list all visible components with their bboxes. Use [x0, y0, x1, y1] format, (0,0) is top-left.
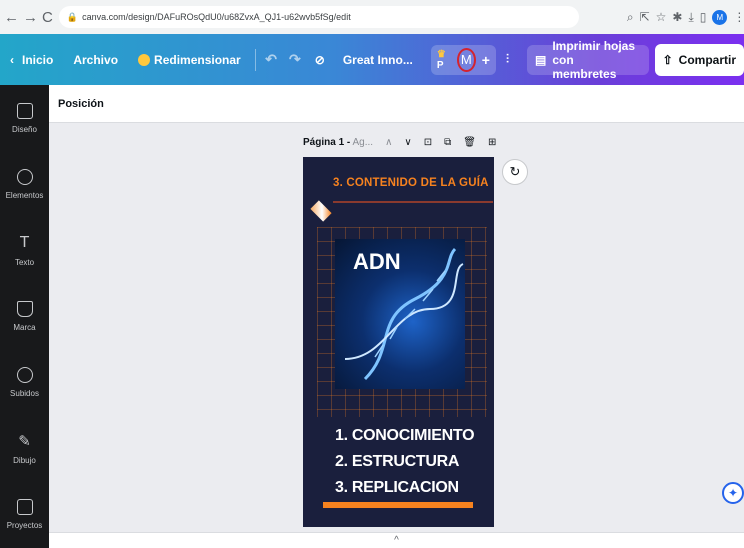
home-button[interactable]: ‹ Inicio [0, 34, 63, 85]
cloud-saved-icon[interactable]: ⊘ [307, 34, 333, 85]
print-button[interactable]: ▤ Imprimir hojas con membretes [527, 39, 649, 81]
add-collaborator-icon[interactable]: + [482, 52, 490, 68]
share-button[interactable]: ⇧ Compartir [654, 43, 744, 76]
upload-icon [16, 366, 33, 383]
add-page-icon[interactable]: ⊞ [488, 137, 496, 148]
accent-bar [323, 502, 473, 508]
left-sidebar: Diseño Elementos T Texto Marca Subidos ✎… [0, 85, 49, 548]
position-button[interactable]: Posición [58, 98, 104, 110]
heading-underline [333, 201, 493, 203]
text-icon: T [19, 233, 30, 251]
forward-icon[interactable]: → [23, 7, 38, 27]
zoom-icon[interactable]: ⌕ [627, 10, 634, 25]
sidebar-item-label: Diseño [12, 124, 37, 134]
collab-pill: ♛ P M + [430, 44, 496, 75]
menu-icon[interactable]: ⋮ [733, 10, 744, 24]
lock-page-icon[interactable]: ⊡ [424, 137, 432, 148]
pro-badge[interactable]: ♛ P [437, 49, 451, 71]
crown-small-icon: ♛ [436, 48, 446, 60]
pro-label: P [436, 59, 444, 71]
sidebar-item-label: Subidos [10, 388, 39, 398]
crown-icon [138, 53, 151, 66]
delete-page-icon[interactable]: 🗑 [463, 137, 476, 148]
duplicate-page-icon[interactable]: ⧉ [444, 137, 451, 148]
sidebar-item-label: Elementos [5, 190, 44, 200]
share-label: Compartir [678, 52, 736, 67]
page-toolbar: Página 1 - Ag... ∧ ∨ ⊡ ⧉ 🗑 ⊞ [303, 133, 496, 151]
redo-icon[interactable]: ↷ [283, 51, 307, 68]
insights-icon[interactable]: ⫶ [496, 34, 519, 85]
context-toolbar: Posición [49, 85, 744, 123]
draw-icon: ✎ [18, 432, 31, 450]
address-bar[interactable]: 🔒 canva.com/design/DAFuROsQdU0/u68ZvxA_Q… [58, 6, 579, 28]
sidebar-item-label: Proyectos [6, 520, 43, 530]
sidebar-item-uploads[interactable]: Subidos [0, 349, 49, 415]
chevron-up-small-icon[interactable]: ^ [394, 535, 399, 546]
dna-caption[interactable]: ADN [353, 249, 401, 275]
shapes-icon [16, 168, 33, 185]
folder-icon [16, 498, 33, 515]
sidebar-item-brand[interactable]: Marca [0, 283, 49, 349]
chevron-up-icon[interactable]: ∧ [385, 137, 392, 148]
sidebar-item-design[interactable]: Diseño [0, 85, 49, 151]
document-icon: ▤ [535, 52, 547, 67]
home-label: Inicio [22, 52, 54, 67]
divider [254, 48, 256, 71]
page-heading[interactable]: 3. CONTENIDO DE LA GUÍA [333, 177, 493, 189]
print-label: Imprimir hojas con membretes [552, 38, 636, 81]
page-number: Página 1 - [303, 136, 351, 148]
design-page[interactable]: 3. CONTENIDO DE LA GUÍA ADN 1. CONOCIMIE… [303, 157, 494, 527]
layout-icon [16, 102, 33, 119]
browser-toolbar: ← → C 🔒 canva.com/design/DAFuROsQdU0/u68… [0, 0, 744, 34]
sidebar-item-label: Marca [13, 322, 36, 332]
magic-sparkle-icon[interactable]: ✦ [722, 482, 744, 504]
page-subtitle: Ag... [352, 136, 374, 148]
url-text: canva.com/design/DAFuROsQdU0/u68ZvxA_QJ1… [82, 12, 351, 22]
download-icon[interactable]: ⤓ [688, 10, 693, 25]
pencil-icon [310, 200, 332, 222]
sidebar-item-draw[interactable]: ✎ Dibujo [0, 415, 49, 481]
sidebar-item-elements[interactable]: Elementos [0, 151, 49, 217]
design-title[interactable]: Great Inno... [333, 34, 423, 85]
list-item[interactable]: 2. ESTRUCTURA [335, 453, 459, 471]
brand-icon [16, 300, 33, 317]
share-icon: ⇧ [662, 52, 673, 67]
canvas-area: Posición Página 1 - Ag... ∧ ∨ ⊡ ⧉ 🗑 ⊞ 3.… [49, 85, 744, 548]
sidebar-item-label: Texto [14, 257, 35, 267]
share-page-icon[interactable]: ⇱ [640, 10, 650, 24]
horizontal-scrollbar[interactable]: ^ [49, 532, 744, 548]
bookmark-icon[interactable]: ☆ [656, 10, 667, 24]
profile-avatar[interactable]: M [712, 9, 728, 25]
list-item[interactable]: 3. REPLICACION [335, 479, 459, 497]
back-icon[interactable]: ← [4, 7, 19, 27]
resize-button[interactable]: Redimensionar [128, 34, 251, 85]
sidebar-item-projects[interactable]: Proyectos [0, 481, 49, 547]
sidebar-item-label: Dibujo [13, 455, 36, 465]
extensions-icon[interactable]: ✱ [672, 10, 682, 24]
reload-icon[interactable]: C [42, 7, 53, 27]
resize-label: Redimensionar [154, 52, 241, 67]
editor-topbar: ‹ Inicio Archivo Redimensionar ↶ ↷ ⊘ Gre… [0, 34, 744, 85]
page-title-label[interactable]: Página 1 - Ag... [303, 137, 373, 148]
refresh-icon[interactable]: ↻ [502, 159, 528, 185]
browser-actions: ⌕ ⇱ ☆ ✱ ⤓ ▯ M ⋮ [627, 9, 744, 25]
list-item[interactable]: 1. CONOCIMIENTO [335, 427, 475, 445]
sidepanel-icon[interactable]: ▯ [700, 10, 707, 24]
chevron-left-icon: ‹ [10, 52, 14, 67]
lock-icon: 🔒 [66, 11, 79, 22]
undo-icon[interactable]: ↶ [259, 51, 283, 68]
sidebar-item-text[interactable]: T Texto [0, 217, 49, 283]
file-menu-button[interactable]: Archivo [63, 34, 128, 85]
chevron-down-icon[interactable]: ∨ [404, 137, 411, 148]
user-avatar[interactable]: M [456, 47, 476, 72]
